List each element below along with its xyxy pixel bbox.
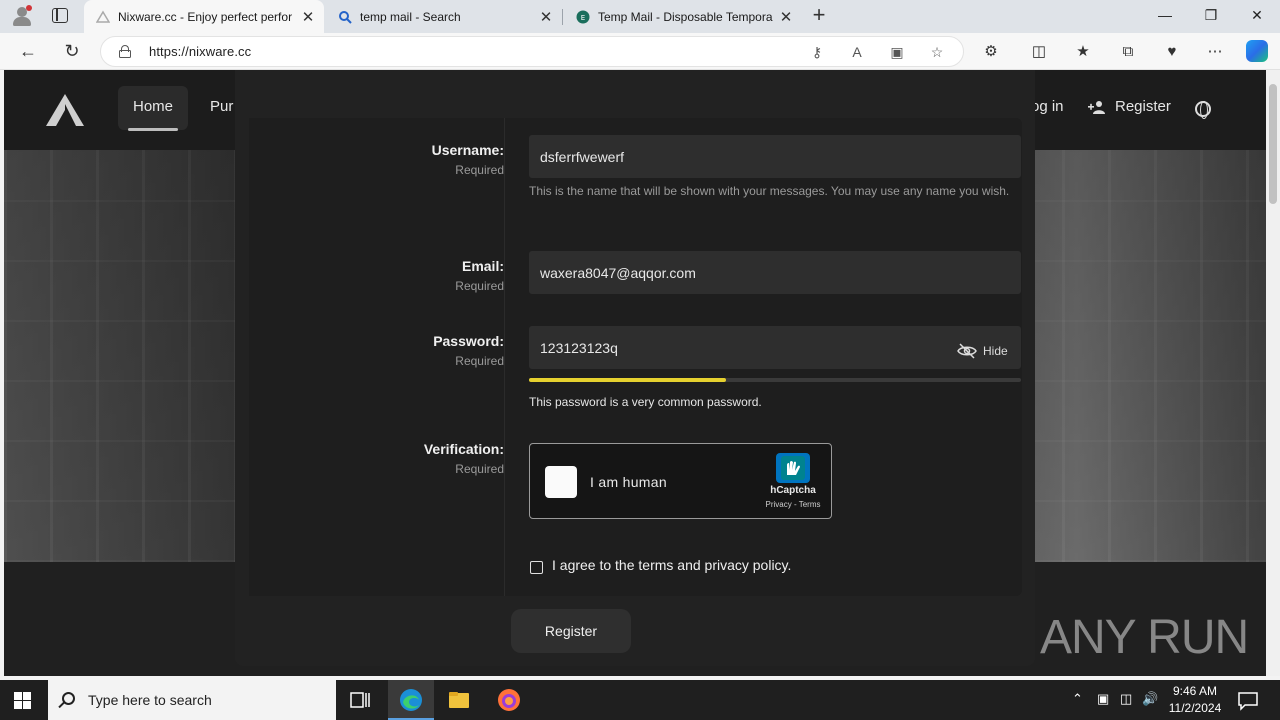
tab-actions-icon[interactable] <box>52 8 68 23</box>
tab-nixware[interactable]: Nixware.cc - Enjoy perfect perfor ✕ <box>84 0 324 33</box>
restore-button[interactable]: ❐ <box>1188 0 1234 33</box>
refresh-button[interactable]: ↻ <box>59 39 85 63</box>
language-globe-icon[interactable] <box>1195 101 1211 119</box>
notifications-icon[interactable] <box>1236 689 1260 713</box>
email-input[interactable] <box>529 251 1021 294</box>
page-scrollbar[interactable] <box>1266 70 1280 676</box>
password-strength-fill <box>529 378 726 382</box>
email-label: Email: <box>461 258 504 274</box>
email-required: Required <box>455 279 504 293</box>
add-user-icon[interactable] <box>1088 100 1108 114</box>
lock-icon[interactable] <box>119 45 131 58</box>
clock-time: 9:46 AM <box>1172 684 1218 698</box>
agree-terms-checkbox[interactable] <box>530 561 543 574</box>
svg-text:E: E <box>581 14 585 22</box>
hide-password-button[interactable]: Hide <box>951 329 1021 372</box>
more-menu-icon[interactable]: ⋯ <box>1203 41 1227 63</box>
network-icon[interactable]: ◫ <box>1120 691 1132 707</box>
immersive-reader-icon[interactable]: ▣ <box>887 42 907 62</box>
windows-start-icon[interactable] <box>14 692 32 710</box>
close-window-button[interactable]: ✕ <box>1234 0 1280 33</box>
task-view-icon[interactable] <box>348 688 372 712</box>
system-clock[interactable]: 9:46 AM 11/2/2024 <box>1160 683 1230 717</box>
file-explorer-icon[interactable] <box>447 688 471 712</box>
nav-purchase-link[interactable]: Pur <box>210 98 233 115</box>
nav-register-link[interactable]: Register <box>1115 98 1171 115</box>
hcaptcha-brand: hCaptcha <box>770 485 816 496</box>
register-modal: Username: Required Email: Required Passw… <box>235 70 1035 666</box>
tab-temp-mail-search[interactable]: temp mail - Search ✕ <box>326 0 562 33</box>
agree-terms-label[interactable]: I agree to the terms and privacy policy. <box>552 557 791 573</box>
register-button[interactable]: Register <box>511 609 631 653</box>
username-required: Required <box>455 163 504 177</box>
firefox-icon[interactable] <box>497 688 521 712</box>
password-label: Password: <box>433 333 504 349</box>
favorite-star-icon[interactable]: ☆ <box>927 42 947 62</box>
close-tab-icon[interactable]: ✕ <box>300 8 316 26</box>
profile-avatar-icon[interactable] <box>10 5 34 27</box>
hcaptcha-widget: I am human hCaptcha Privacy - Terms <box>529 443 832 519</box>
back-button[interactable]: ← <box>15 39 41 63</box>
close-tab-icon[interactable]: ✕ <box>778 8 794 26</box>
clock-date: 11/2/2024 <box>1168 701 1222 715</box>
captcha-text: I am human <box>590 474 667 490</box>
verification-required: Required <box>455 462 504 476</box>
tab-title: Nixware.cc - Enjoy perfect perfor <box>118 9 293 24</box>
copilot-icon[interactable] <box>1246 40 1268 62</box>
nixware-logo-icon[interactable] <box>44 92 86 128</box>
taskbar-search-box[interactable]: Type here to search <box>48 680 336 720</box>
search-favicon-icon <box>339 10 352 24</box>
username-input[interactable] <box>529 135 1021 178</box>
key-icon[interactable]: ⚷ <box>807 42 827 62</box>
captcha-checkbox[interactable] <box>545 466 577 498</box>
read-aloud-icon[interactable]: A <box>847 42 867 62</box>
temp-mail-favicon-icon: E <box>576 10 590 23</box>
windows-taskbar: Type here to search ⌃ ▣ ◫ 🔊 9:46 AM 11/2… <box>0 680 1280 720</box>
hide-label: Hide <box>983 343 1008 358</box>
split-screen-icon[interactable]: ◫ <box>1027 41 1051 63</box>
favorites-icon[interactable]: ★ <box>1071 41 1095 63</box>
password-strength-meter <box>529 378 1021 382</box>
tab-title: temp mail - Search <box>360 9 461 24</box>
captcha-privacy-terms-links[interactable]: Privacy - Terms <box>754 500 832 509</box>
browser-essentials-icon[interactable]: ♥ <box>1160 41 1184 63</box>
taskbar-search-placeholder: Type here to search <box>88 692 212 708</box>
hcaptcha-logo-icon[interactable] <box>776 453 810 483</box>
minimize-button[interactable]: — <box>1142 0 1188 33</box>
edge-browser-icon[interactable] <box>399 688 423 712</box>
username-label: Username: <box>431 142 504 158</box>
address-bar[interactable]: https://nixware.cc ⚷ A ▣ ☆ <box>100 36 964 67</box>
show-hidden-icons-icon[interactable]: ⌃ <box>1072 691 1083 707</box>
anyrun-watermark: ANY RUN <box>1040 611 1249 664</box>
password-required: Required <box>455 354 504 368</box>
verification-label: Verification: <box>423 441 504 457</box>
search-icon <box>62 692 75 705</box>
password-strength-message: This password is a very common password. <box>529 395 762 409</box>
username-hint: This is the name that will be shown with… <box>529 184 1010 198</box>
url-text[interactable]: https://nixware.cc <box>149 44 251 59</box>
password-input[interactable] <box>529 326 1021 369</box>
eye-off-icon <box>957 342 977 359</box>
new-tab-button[interactable]: + <box>808 4 830 28</box>
tab-temp-mail[interactable]: E Temp Mail - Disposable Tempora ✕ <box>564 0 802 33</box>
collections-icon[interactable]: ⧉ <box>1116 41 1140 63</box>
device-icon[interactable]: ▣ <box>1097 691 1109 707</box>
nav-home-link[interactable]: Home <box>133 98 173 115</box>
tab-title: Temp Mail - Disposable Tempora <box>598 9 773 24</box>
register-form: Username: Required Email: Required Passw… <box>249 118 1022 596</box>
close-tab-icon[interactable]: ✕ <box>538 8 554 26</box>
page-viewport: Home Pur og in Register Username: Requir… <box>4 70 1266 676</box>
nav-login-link[interactable]: og in <box>1031 98 1064 115</box>
tab-strip: Nixware.cc - Enjoy perfect perfor ✕ temp… <box>0 0 1280 33</box>
extensions-icon[interactable]: ⚙ <box>979 41 1003 63</box>
volume-icon[interactable]: 🔊 <box>1142 691 1158 707</box>
nixware-favicon-icon <box>96 10 110 23</box>
